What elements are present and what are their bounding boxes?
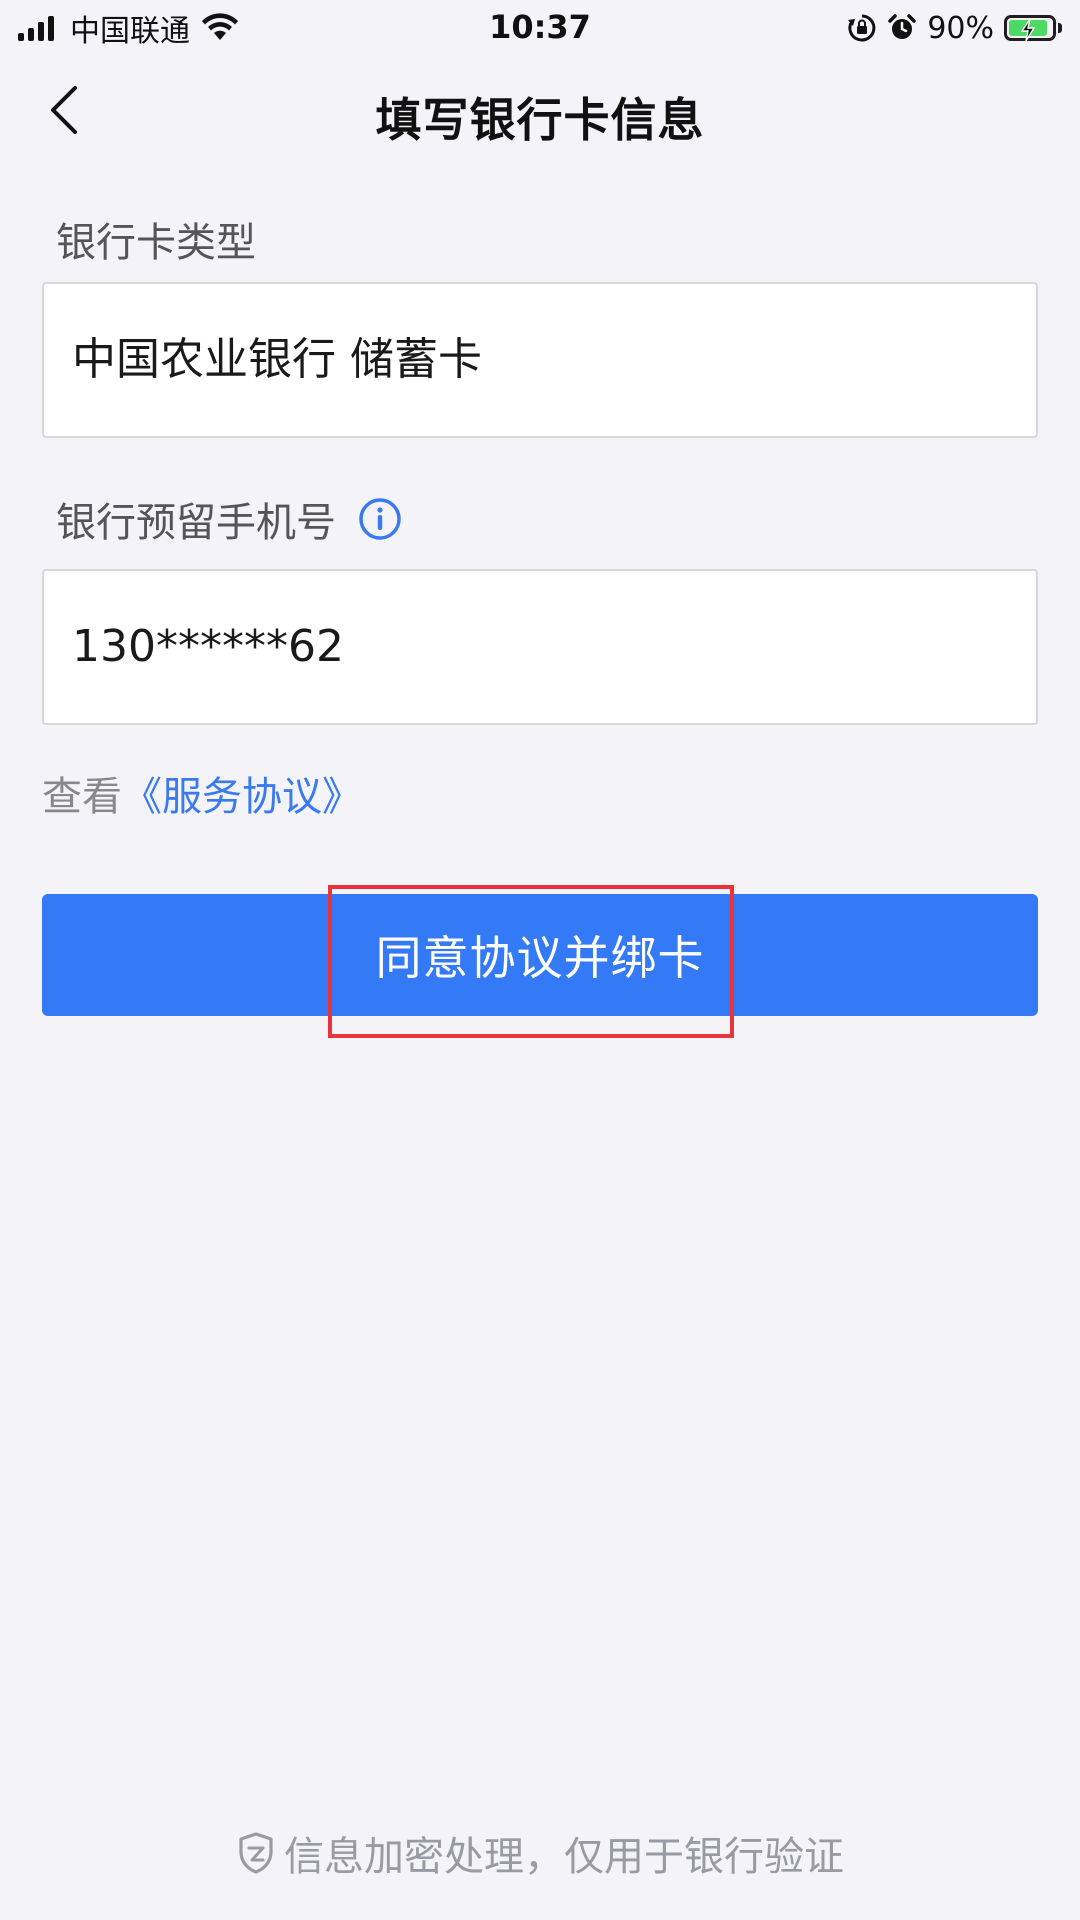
alarm-icon xyxy=(888,14,917,39)
card-type-field[interactable]: 中国农业银行 储蓄卡 xyxy=(42,282,1038,438)
battery-charging-icon xyxy=(1004,15,1062,42)
info-icon[interactable] xyxy=(358,497,402,541)
agree-and-bind-label: 同意协议并绑卡 xyxy=(375,931,705,985)
status-bar: 中国联通 10:37 90% xyxy=(0,0,1080,56)
card-type-value: 中国农业银行 储蓄卡 xyxy=(72,334,482,385)
battery-percent: 90% xyxy=(927,10,994,46)
agreement-row: 查看《服务协议》 xyxy=(42,764,362,822)
status-right: 90% xyxy=(847,8,1062,48)
agree-and-bind-button[interactable]: 同意协议并绑卡 xyxy=(42,894,1038,1016)
phone-label: 银行预留手机号 xyxy=(56,500,336,546)
phone-label-row: 银行预留手机号 xyxy=(56,490,402,548)
security-note: 信息加密处理，仅用于银行验证 xyxy=(0,1824,1080,1882)
nav-bar: 填写银行卡信息 xyxy=(0,56,1080,164)
shield-icon xyxy=(239,1832,273,1874)
service-agreement-link[interactable]: 《服务协议》 xyxy=(122,774,362,820)
phone-field[interactable] xyxy=(42,569,1038,725)
security-note-text: 信息加密处理，仅用于银行验证 xyxy=(284,1834,844,1880)
rotation-lock-icon xyxy=(848,14,876,42)
agreement-prefix: 查看 xyxy=(42,774,122,820)
page-title: 填写银行卡信息 xyxy=(375,93,705,147)
phone-input[interactable] xyxy=(72,571,972,723)
card-type-label: 银行卡类型 xyxy=(56,220,256,266)
